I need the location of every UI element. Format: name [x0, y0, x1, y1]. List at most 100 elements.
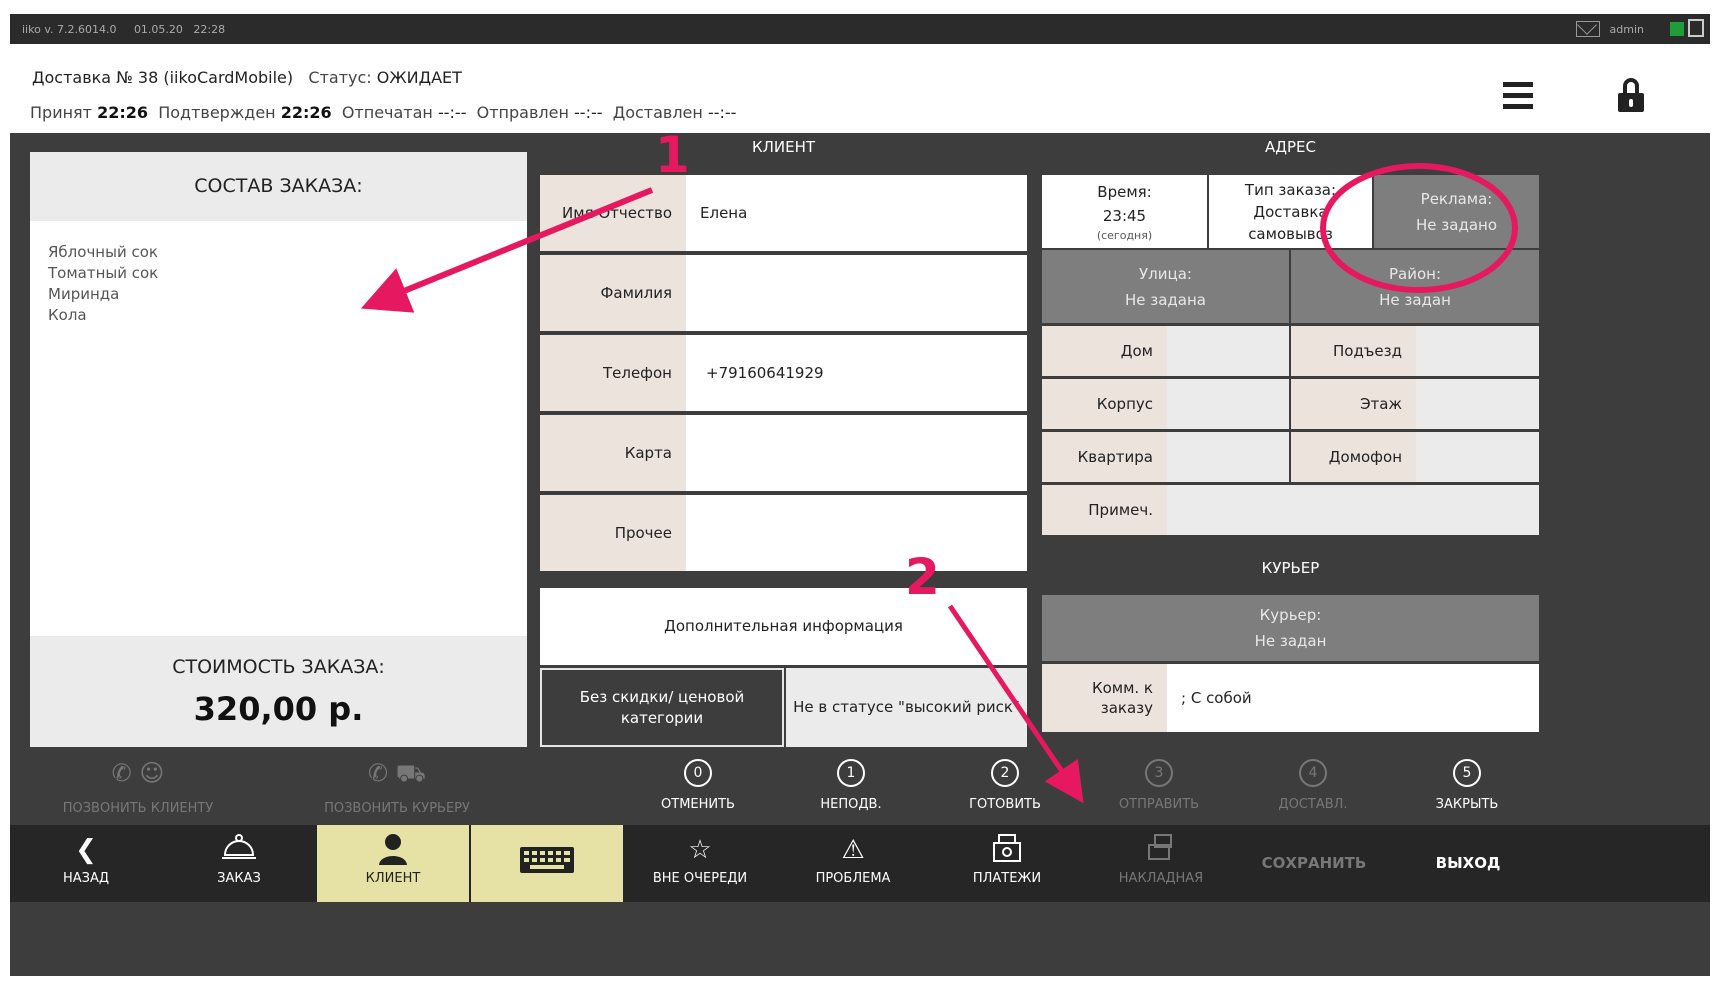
order-composition-title: СОСТАВ ЗАКАЗА: [30, 152, 527, 221]
phone-truck-icon: ✆ ⛟ [368, 759, 426, 787]
house-input[interactable] [1167, 326, 1289, 376]
hamburger-menu-icon[interactable] [1503, 82, 1533, 110]
house-label: Дом [1042, 326, 1167, 376]
nav-back-button[interactable]: ❮ НАЗАД [10, 825, 162, 902]
intercom-field[interactable]: Домофон [1291, 432, 1539, 482]
name-field[interactable]: Имя Отчество Елена [540, 175, 1027, 251]
flat-input[interactable] [1167, 432, 1289, 482]
order-title: Доставка № 38 (iikoCardMobile) [32, 68, 294, 87]
phone-field[interactable]: Телефон +79160641929 [540, 335, 1027, 411]
flat-label: Квартира [1042, 432, 1167, 482]
printed-label: Отпечатан [341, 103, 433, 122]
window-toggle-icon[interactable] [1688, 19, 1704, 37]
chevron-left-icon: ❮ [75, 835, 97, 865]
floor-field[interactable]: Этаж [1291, 379, 1539, 429]
nav-payments-button[interactable]: ПЛАТЕЖИ [931, 825, 1083, 902]
nav-problem-button[interactable]: ⚠ ПРОБЛЕМА [777, 825, 929, 902]
nav-invoice-button[interactable]: НАКЛАДНАЯ [1085, 825, 1237, 902]
comment-value[interactable]: ; С собой [1181, 664, 1252, 732]
step-label: ДОСТАВЛ. [1278, 797, 1348, 812]
star-icon: ☆ [688, 835, 712, 865]
courier-section-title: КУРЬЕР [1261, 559, 1320, 577]
house-field[interactable]: Дом [1042, 326, 1289, 376]
order-composition-panel: СОСТАВ ЗАКАЗА: Яблочный сок Томатный сок… [30, 152, 527, 747]
name-value[interactable]: Елена [700, 175, 747, 251]
sent-label: Отправлен [476, 103, 569, 122]
status-close-button[interactable]: 5 ЗАКРЫТЬ [1392, 759, 1542, 812]
courier-label: Курьер: [1259, 606, 1322, 624]
ad-source-cell[interactable]: Реклама: Не задано [1374, 175, 1539, 248]
entrance-field[interactable]: Подъезд [1291, 326, 1539, 376]
lock-icon[interactable] [1618, 78, 1644, 112]
order-type-cell[interactable]: Тип заказа: Доставка самовывоз [1209, 175, 1372, 248]
list-item[interactable]: Томатный сок [48, 263, 509, 284]
printed-time: --:-- [437, 103, 467, 122]
note-field[interactable]: Примеч. [1042, 485, 1539, 535]
intercom-label: Домофон [1291, 432, 1416, 482]
nav-priority-label: ВНЕ ОЧЕРЕДИ [652, 871, 748, 886]
intercom-input[interactable] [1416, 432, 1539, 482]
call-courier-button[interactable]: ✆ ⛟ ПОЗВОНИТЬ КУРЬЕРУ [272, 757, 522, 816]
cash-register-icon [931, 825, 1083, 869]
delivered-label: Доставлен [612, 103, 703, 122]
ad-value: Не задано [1416, 215, 1497, 234]
call-courier-label: ПОЗВОНИТЬ КУРЬЕРУ [324, 801, 470, 816]
note-input[interactable] [1167, 485, 1539, 535]
delivery-time-cell[interactable]: Время: 23:45 (сегодня) [1042, 175, 1207, 248]
order-comment-field[interactable]: Комм. к заказу ; С собой [1042, 664, 1539, 732]
ad-label: Реклама: [1420, 189, 1493, 208]
nav-problem-label: ПРОБЛЕМА [815, 871, 891, 886]
nav-order-button[interactable]: ЗАКАЗ [163, 825, 315, 902]
other-field[interactable]: Прочее [540, 495, 1027, 571]
district-cell[interactable]: Район: Не задан [1291, 250, 1539, 323]
nav-invoice-label: НАКЛАДНАЯ [1118, 871, 1204, 886]
nav-keyboard-button[interactable] [471, 825, 623, 902]
courier-cell[interactable]: Курьер: Не задан [1042, 595, 1539, 661]
nav-save-button[interactable]: СОХРАНИТЬ [1238, 825, 1390, 902]
delivered-time: --:-- [707, 103, 737, 122]
app-window: iiko v. 7.2.6014.0 01.05.20 22:28 admin … [10, 14, 1710, 976]
order-timeline: Принят 22:26 Подтвержден 22:26 Отпечатан… [30, 103, 736, 122]
list-item[interactable]: Миринда [48, 284, 509, 305]
step-0-icon: 0 [684, 759, 712, 787]
step-3-icon: 3 [1145, 759, 1173, 787]
user-name: admin [1609, 23, 1644, 36]
list-item[interactable]: Кола [48, 305, 509, 326]
risk-status-button[interactable]: Не в статусе "высокий риск" [786, 668, 1027, 747]
system-bar: iiko v. 7.2.6014.0 01.05.20 22:28 admin [10, 14, 1710, 44]
confirmed-time: 22:26 [280, 103, 332, 122]
street-cell[interactable]: Улица: Не задана [1042, 250, 1289, 323]
entrance-input[interactable] [1416, 326, 1539, 376]
surname-field[interactable]: Фамилия [540, 255, 1027, 331]
nav-exit-label: ВЫХОД [1435, 854, 1501, 872]
flat-field[interactable]: Квартира [1042, 432, 1289, 482]
building-input[interactable] [1167, 379, 1289, 429]
mail-icon[interactable] [1576, 21, 1600, 37]
additional-info-button[interactable]: Дополнительная информация [540, 588, 1027, 665]
status-send-button[interactable]: 3 ОТПРАВИТЬ [1084, 759, 1234, 812]
connection-status-indicator [1670, 22, 1684, 36]
status-value: ОЖИДАЕТ [376, 68, 462, 87]
call-client-button[interactable]: ✆ ☺ ПОЗВОНИТЬ КЛИЕНТУ [13, 757, 263, 816]
accepted-label: Принят [30, 103, 92, 122]
time-note: (сегодня) [1096, 228, 1153, 242]
status-cancel-button[interactable]: 0 ОТМЕНИТЬ [623, 759, 773, 812]
nav-back-label: НАЗАД [62, 871, 110, 886]
nav-exit-button[interactable]: ВЫХОД [1392, 825, 1544, 902]
status-cook-button[interactable]: 2 ГОТОВИТЬ [930, 759, 1080, 812]
status-unconfirmed-button[interactable]: 1 НЕПОДВ. [776, 759, 926, 812]
card-field[interactable]: Карта [540, 415, 1027, 491]
list-item[interactable]: Яблочный сок [48, 242, 509, 263]
order-type-label: Тип заказа: [1244, 180, 1337, 199]
step-label: НЕПОДВ. [820, 797, 882, 812]
nav-priority-button[interactable]: ☆ ВНЕ ОЧЕРЕДИ [624, 825, 776, 902]
district-value: Не задан [1379, 290, 1451, 309]
nav-client-button[interactable]: КЛИЕНТ [317, 825, 469, 902]
building-field[interactable]: Корпус [1042, 379, 1289, 429]
street-label: Улица: [1139, 264, 1192, 283]
comment-label: Комм. к заказу [1042, 664, 1167, 732]
phone-value[interactable]: +79160641929 [706, 335, 824, 411]
floor-input[interactable] [1416, 379, 1539, 429]
status-delivered-button[interactable]: 4 ДОСТАВЛ. [1238, 759, 1388, 812]
discount-button[interactable]: Без скидки/ ценовой категории [540, 668, 784, 747]
